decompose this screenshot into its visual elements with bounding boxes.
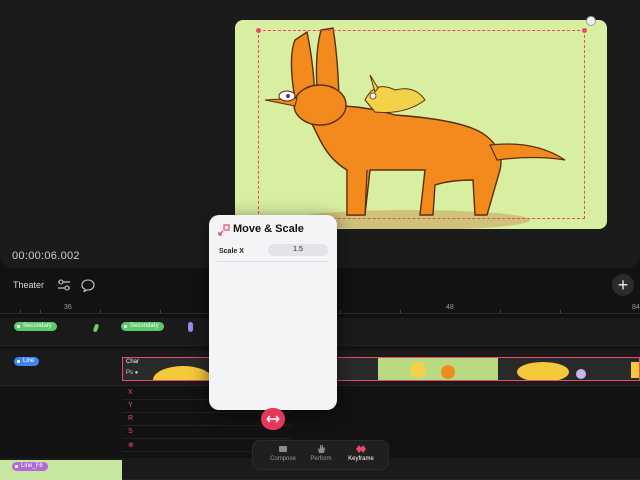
keyframe-row-letter: Y [128,402,133,409]
horizontal-resize-icon [266,415,280,423]
tab-perform[interactable]: Perform [299,444,343,468]
selection-handle[interactable] [256,28,261,33]
ruler-tick [500,310,501,313]
keyframe-row-letter: ⊕ [128,442,134,449]
ruler-label: 48 [446,304,454,311]
theater-button[interactable]: Theater [13,280,44,290]
compose-icon [279,446,287,452]
selection-handle[interactable] [582,28,587,33]
perform-hand-icon [318,445,325,453]
tag-dot-icon [124,325,127,328]
mini-drawing-fragment [92,323,100,333]
tab-keyframe-label: Keyframe [348,456,374,462]
ruler-tick [20,310,21,313]
secondary-clip-label: Secondary [130,323,159,329]
line-tag-label: Line [23,358,35,364]
keyframe-icon [356,445,366,453]
tag-dot-icon [15,465,18,468]
ruler-tick [40,310,41,313]
ruler-tick [560,310,561,313]
char-clip[interactable]: Char Ps ● [122,357,640,381]
filter-sliders-icon[interactable] [55,277,73,293]
tag-dot-icon [17,325,20,328]
tab-keyframe[interactable]: Keyframe [339,444,383,468]
add-track-button[interactable]: + [612,274,634,296]
ruler-label: 36 [64,304,72,311]
scale-x-value-field[interactable]: 1.5 [268,244,328,256]
panel-title: Move & Scale [233,223,304,235]
ruler-tick [100,310,101,313]
char-clip-label: Char [126,359,140,365]
ruler-label: 84 [632,304,640,311]
ruler-tick [160,310,161,313]
keyframe-row-letter: S [128,428,133,435]
keyframe-row-letter: R [128,415,134,422]
canvas-corner-handle[interactable] [586,16,596,26]
tag-dot-icon [17,360,20,363]
ruler-tick [400,310,401,313]
move-scale-panel: Move & Scale Scale X 1.5 [209,215,337,410]
secondary-clip-tag[interactable]: Secondary [121,322,164,331]
secondary-tag-label: Secondary [23,323,52,329]
line-f8-track-tag[interactable]: Line_F8 [12,462,48,471]
ruler-tick [340,310,341,313]
move-scale-icon [218,224,230,236]
tab-perform-label: Perform [310,456,332,462]
resize-handle-button[interactable] [261,408,285,430]
panel-divider [217,261,329,262]
line-f8-tag-label: Line_F8 [21,463,43,469]
clip-thumbnails [153,358,639,380]
animation-canvas[interactable] [235,20,607,229]
mode-tab-bar: Compose Perform Keyframe [252,440,389,470]
keyframe-row-letter: X [128,389,133,396]
timecode: 00:00:06.002 [12,250,80,262]
mini-drawing-fragment [188,322,193,332]
line-track-tag[interactable]: Line [14,357,40,366]
scale-x-label: Scale X [219,248,244,255]
selection-frame[interactable] [256,28,587,219]
comment-bubble-icon[interactable] [79,277,97,293]
char-clip-sub: Ps ● [126,370,139,376]
secondary-track-tag[interactable]: Secondary [14,322,57,331]
